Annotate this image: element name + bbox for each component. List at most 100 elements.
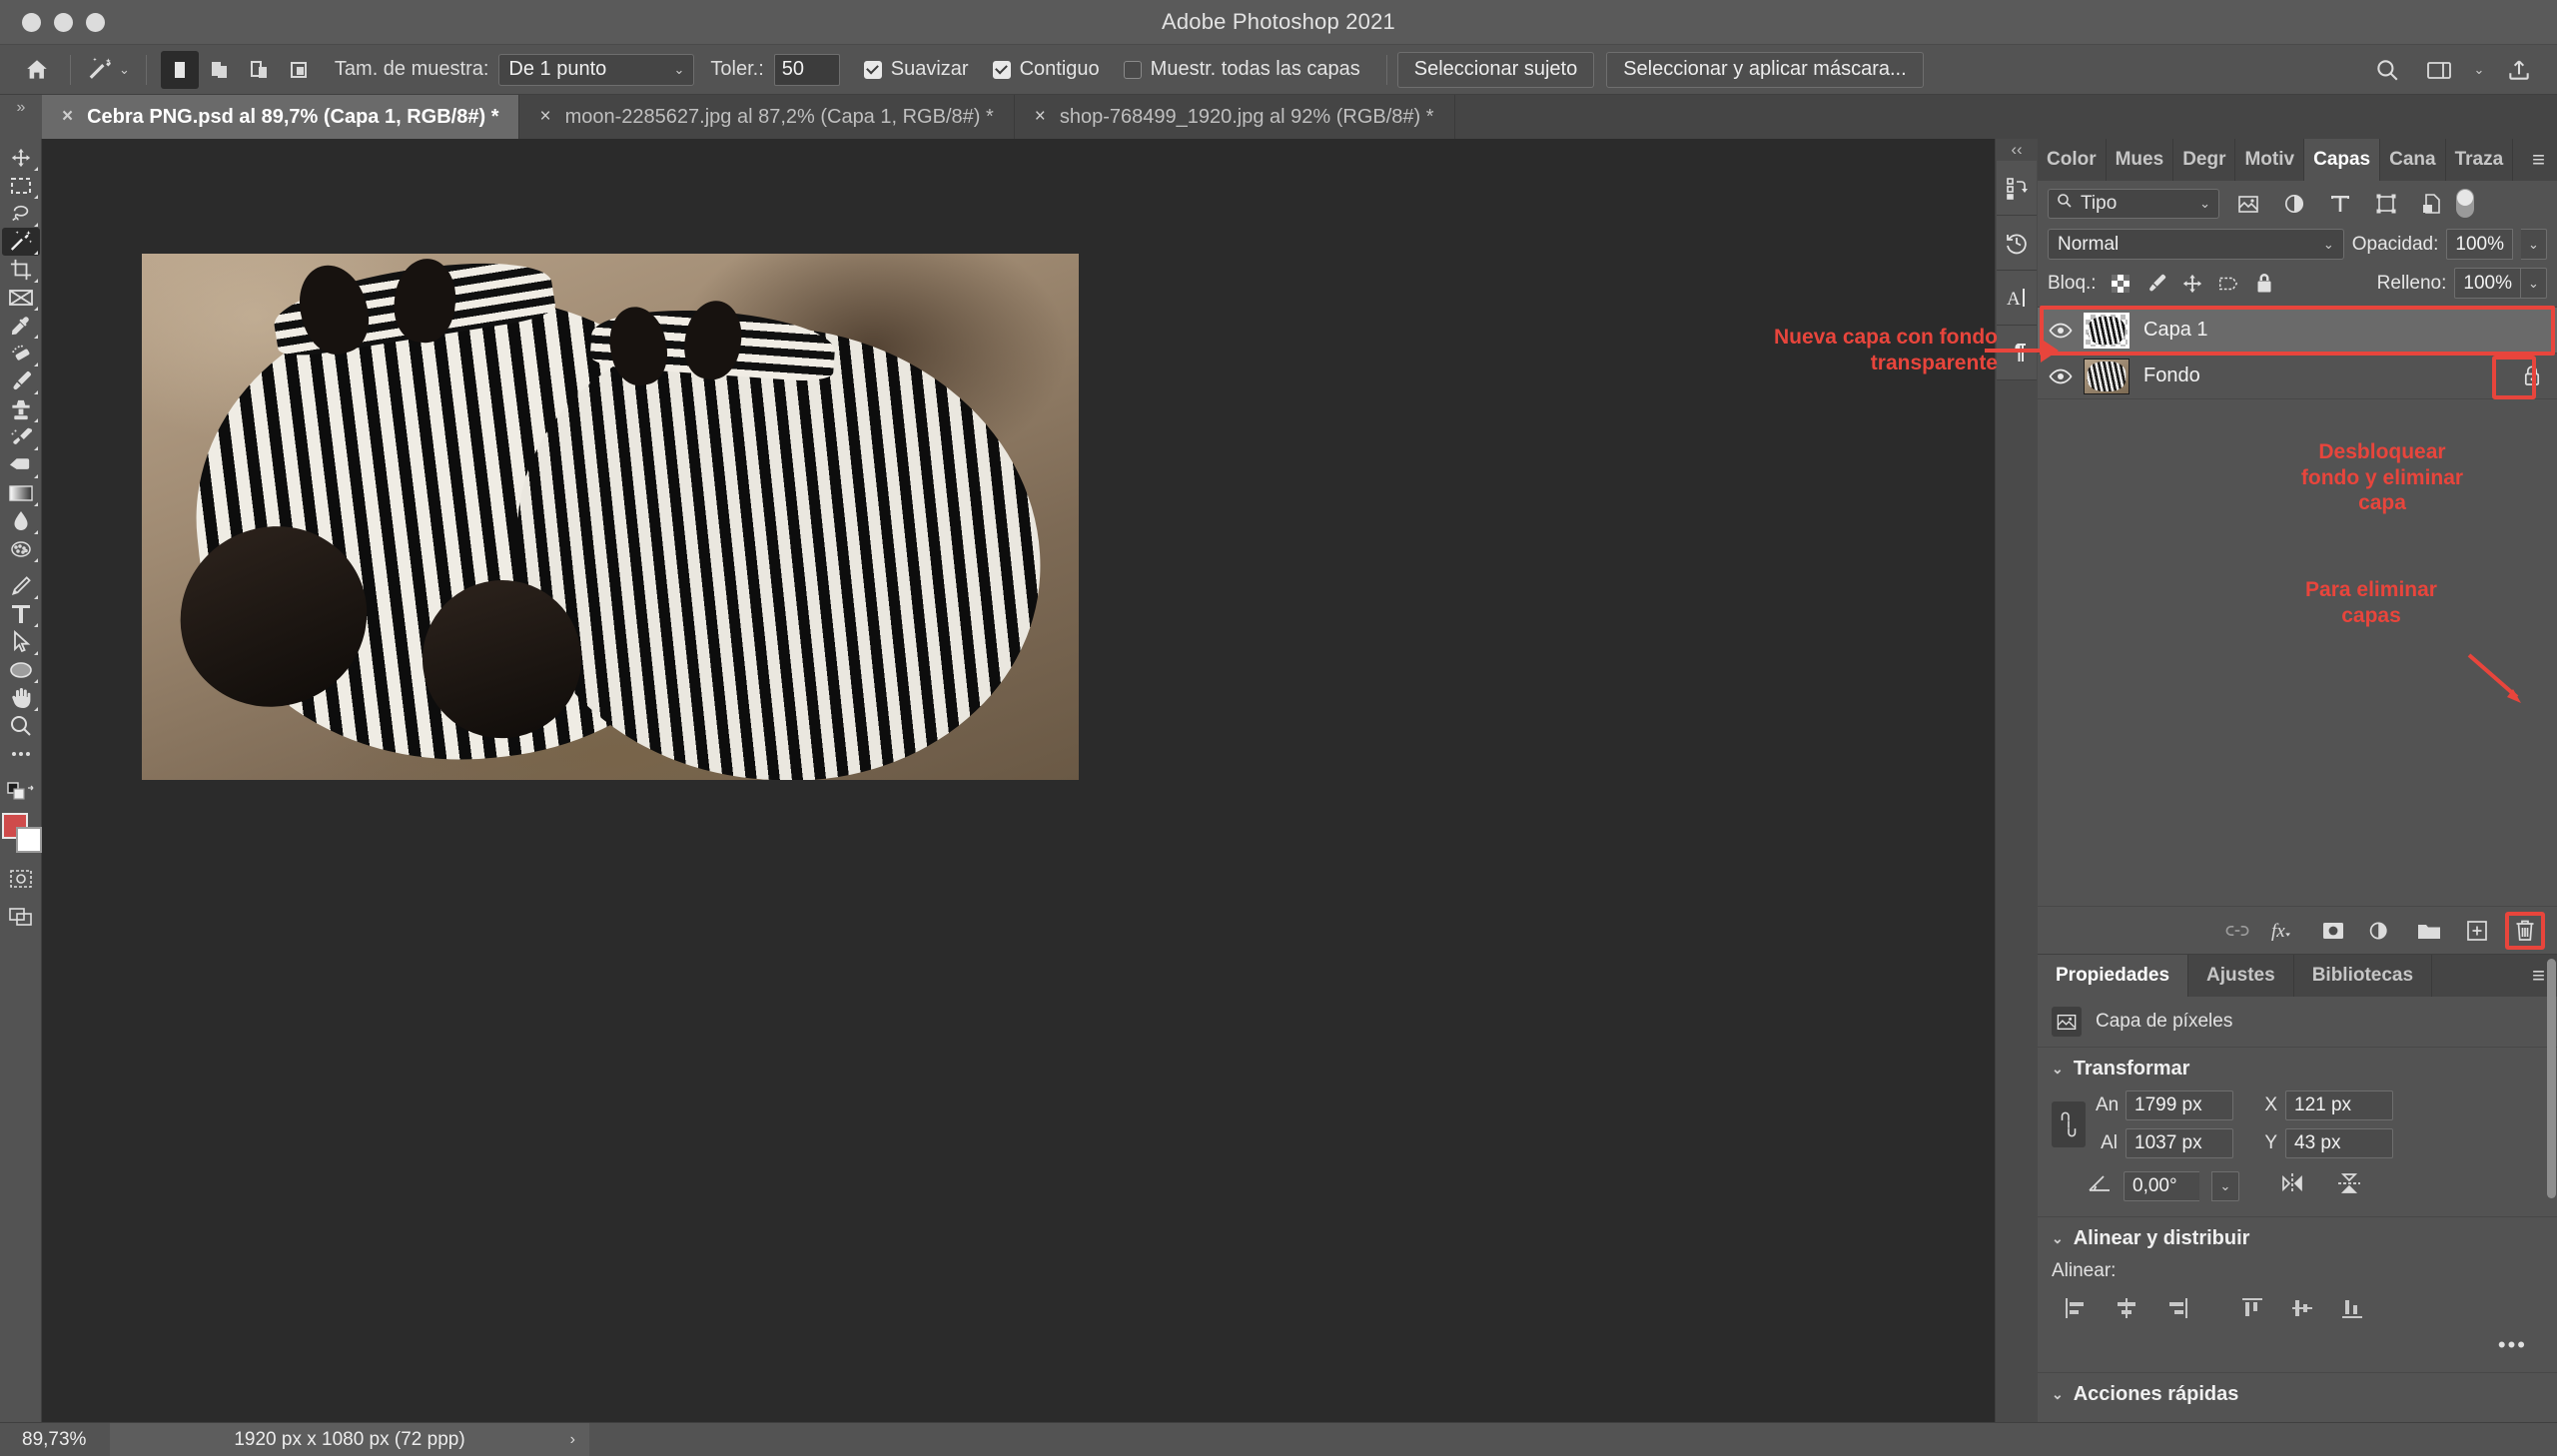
align-bottom-edges-icon[interactable] <box>2327 1290 2377 1326</box>
gradient-tool-icon[interactable] <box>2 479 40 507</box>
blend-mode-select[interactable]: Normal ⌄ <box>2048 229 2344 260</box>
select-and-mask-button[interactable]: Seleccionar y aplicar máscara... <box>1606 51 1924 88</box>
tab-bibliotecas[interactable]: Bibliotecas <box>2293 955 2433 997</box>
link-layers-icon[interactable] <box>2215 912 2259 950</box>
layer-lock-icon[interactable] <box>2523 364 2541 387</box>
angle-input[interactable]: 0,00° <box>2124 1171 2199 1201</box>
shape-filter-icon[interactable] <box>2363 189 2409 219</box>
tab-gradients[interactable]: Degr <box>2173 139 2236 181</box>
x-input[interactable]: 121 px <box>2285 1091 2393 1120</box>
flip-horizontal-icon[interactable] <box>2277 1171 2307 1201</box>
opacity-value[interactable]: 100% <box>2446 229 2513 260</box>
transform-title-row[interactable]: ⌄ Transformar <box>2052 1058 2543 1081</box>
ellipse-tool-icon[interactable] <box>2 656 40 684</box>
layer-visibility-icon[interactable] <box>2038 367 2084 385</box>
tab-overflow-icon[interactable]: » <box>0 95 42 139</box>
more-options-icon[interactable]: ••• <box>2052 1332 2543 1358</box>
layer-name[interactable]: Capa 1 <box>2143 319 2208 342</box>
add-to-selection-button[interactable] <box>201 51 239 89</box>
width-input[interactable]: 1799 px <box>2126 1091 2233 1120</box>
eraser-tool-icon[interactable] <box>2 451 40 479</box>
hand-tool-icon[interactable] <box>2 684 40 712</box>
close-icon[interactable]: × <box>539 106 550 128</box>
lock-image-pixels-icon[interactable] <box>2138 269 2174 299</box>
workspace-icon[interactable] <box>2413 50 2465 90</box>
zoom-tool-icon[interactable] <box>2 712 40 740</box>
collapse-panels-icon[interactable]: ‹‹ <box>1996 139 2038 161</box>
spot-healing-brush-tool-icon[interactable] <box>2 340 40 367</box>
type-filter-icon[interactable] <box>2317 189 2363 219</box>
tool-preset-picker[interactable]: ⌄ <box>81 56 136 84</box>
home-icon[interactable] <box>14 50 60 90</box>
document-tab-moon[interactable]: × moon-2285627.jpg al 87,2% (Capa 1, RGB… <box>519 95 1015 139</box>
quick-actions-title-row[interactable]: ⌄ Acciones rápidas <box>2052 1383 2543 1406</box>
new-selection-button[interactable] <box>160 50 199 89</box>
tab-channels[interactable]: Cana <box>2380 139 2446 181</box>
new-group-icon[interactable] <box>2407 912 2451 950</box>
eyedropper-tool-icon[interactable] <box>2 312 40 340</box>
rectangular-marquee-tool-icon[interactable] <box>2 172 40 200</box>
intersect-selection-button[interactable] <box>281 51 319 89</box>
dodge-tool-icon[interactable] <box>2 535 40 563</box>
path-selection-tool-icon[interactable] <box>2 628 40 656</box>
history-brush-tool-icon[interactable] <box>2 423 40 451</box>
contiguous-checkbox[interactable]: Contiguo <box>992 58 1100 81</box>
history-panel-icon[interactable] <box>1997 216 2037 271</box>
chevron-down-icon[interactable]: ⌄ <box>2052 1061 2064 1078</box>
blur-tool-icon[interactable] <box>2 507 40 535</box>
y-input[interactable]: 43 px <box>2285 1128 2393 1158</box>
clone-stamp-tool-icon[interactable] <box>2 395 40 423</box>
layer-style-fx-icon[interactable]: fx <box>2263 912 2307 950</box>
smart-object-filter-icon[interactable] <box>2409 189 2455 219</box>
sample-size-select[interactable]: De 1 punto ⌄ <box>498 53 695 86</box>
chevron-down-icon[interactable]: ⌄ <box>2052 1386 2064 1403</box>
align-top-edges-icon[interactable] <box>2227 1290 2277 1326</box>
tab-ajustes[interactable]: Ajustes <box>2188 955 2294 997</box>
select-subject-button[interactable]: Seleccionar sujeto <box>1396 51 1595 88</box>
share-icon[interactable] <box>2493 50 2545 90</box>
angle-chevron-icon[interactable]: ⌄ <box>2211 1171 2239 1201</box>
lock-artboard-icon[interactable] <box>2210 269 2246 299</box>
tab-propiedades[interactable]: Propiedades <box>2038 955 2189 997</box>
layer-thumbnail[interactable] <box>2084 312 2130 349</box>
table-row[interactable]: Capa 1 <box>2038 308 2557 354</box>
properties-scrollbar[interactable] <box>2547 959 2556 1198</box>
frame-tool-icon[interactable] <box>2 284 40 312</box>
sample-all-layers-checkbox[interactable]: Muestr. todas las capas <box>1123 58 1360 81</box>
close-icon[interactable]: × <box>62 106 73 128</box>
lock-all-icon[interactable] <box>2246 269 2282 299</box>
table-row[interactable]: Fondo <box>2038 354 2557 399</box>
subtract-from-selection-button[interactable] <box>241 51 279 89</box>
chevron-right-icon[interactable]: › <box>570 1431 575 1449</box>
new-adjustment-layer-icon[interactable] <box>2359 912 2403 950</box>
brush-tool-icon[interactable] <box>2 367 40 395</box>
search-icon[interactable] <box>2361 50 2413 90</box>
align-title-row[interactable]: ⌄ Alinear y distribuir <box>2052 1227 2543 1250</box>
tab-paths[interactable]: Traza <box>2445 139 2514 181</box>
move-tool-icon[interactable] <box>2 144 40 172</box>
zoom-level[interactable]: 89,73% <box>0 1423 110 1456</box>
tolerance-input[interactable]: 50 <box>773 53 840 86</box>
document-tab-cebra[interactable]: × Cebra PNG.psd al 89,7% (Capa 1, RGB/8#… <box>42 95 520 139</box>
align-left-edges-icon[interactable] <box>2052 1290 2102 1326</box>
document-dimensions[interactable]: 1920 px x 1080 px (72 ppp) › <box>110 1423 589 1456</box>
document-tab-shop[interactable]: × shop-768499_1920.jpg al 92% (RGB/8#) * <box>1014 95 1455 139</box>
fill-slider-chevron-icon[interactable]: ⌄ <box>2521 268 2547 299</box>
color-swatches[interactable] <box>1 811 42 857</box>
fill-value[interactable]: 100% <box>2454 268 2521 299</box>
tab-layers[interactable]: Capas <box>2304 139 2381 181</box>
delete-layer-icon[interactable] <box>2503 911 2547 950</box>
screen-mode-icon[interactable] <box>2 903 40 931</box>
selection-mode-group[interactable] <box>160 50 319 89</box>
align-horizontal-centers-icon[interactable] <box>2102 1290 2151 1326</box>
align-vertical-centers-icon[interactable] <box>2277 1290 2327 1326</box>
filter-toggle-switch[interactable] <box>2455 189 2475 219</box>
lock-transparent-pixels-icon[interactable] <box>2103 269 2138 299</box>
chevron-down-icon[interactable]: ⌄ <box>119 62 130 78</box>
align-right-edges-icon[interactable] <box>2151 1290 2201 1326</box>
height-input[interactable]: 1037 px <box>2126 1128 2233 1158</box>
lock-position-icon[interactable] <box>2174 269 2210 299</box>
lasso-tool-icon[interactable] <box>2 200 40 228</box>
document-canvas[interactable] <box>142 254 1079 780</box>
chevron-down-icon[interactable]: ⌄ <box>2052 1230 2064 1247</box>
